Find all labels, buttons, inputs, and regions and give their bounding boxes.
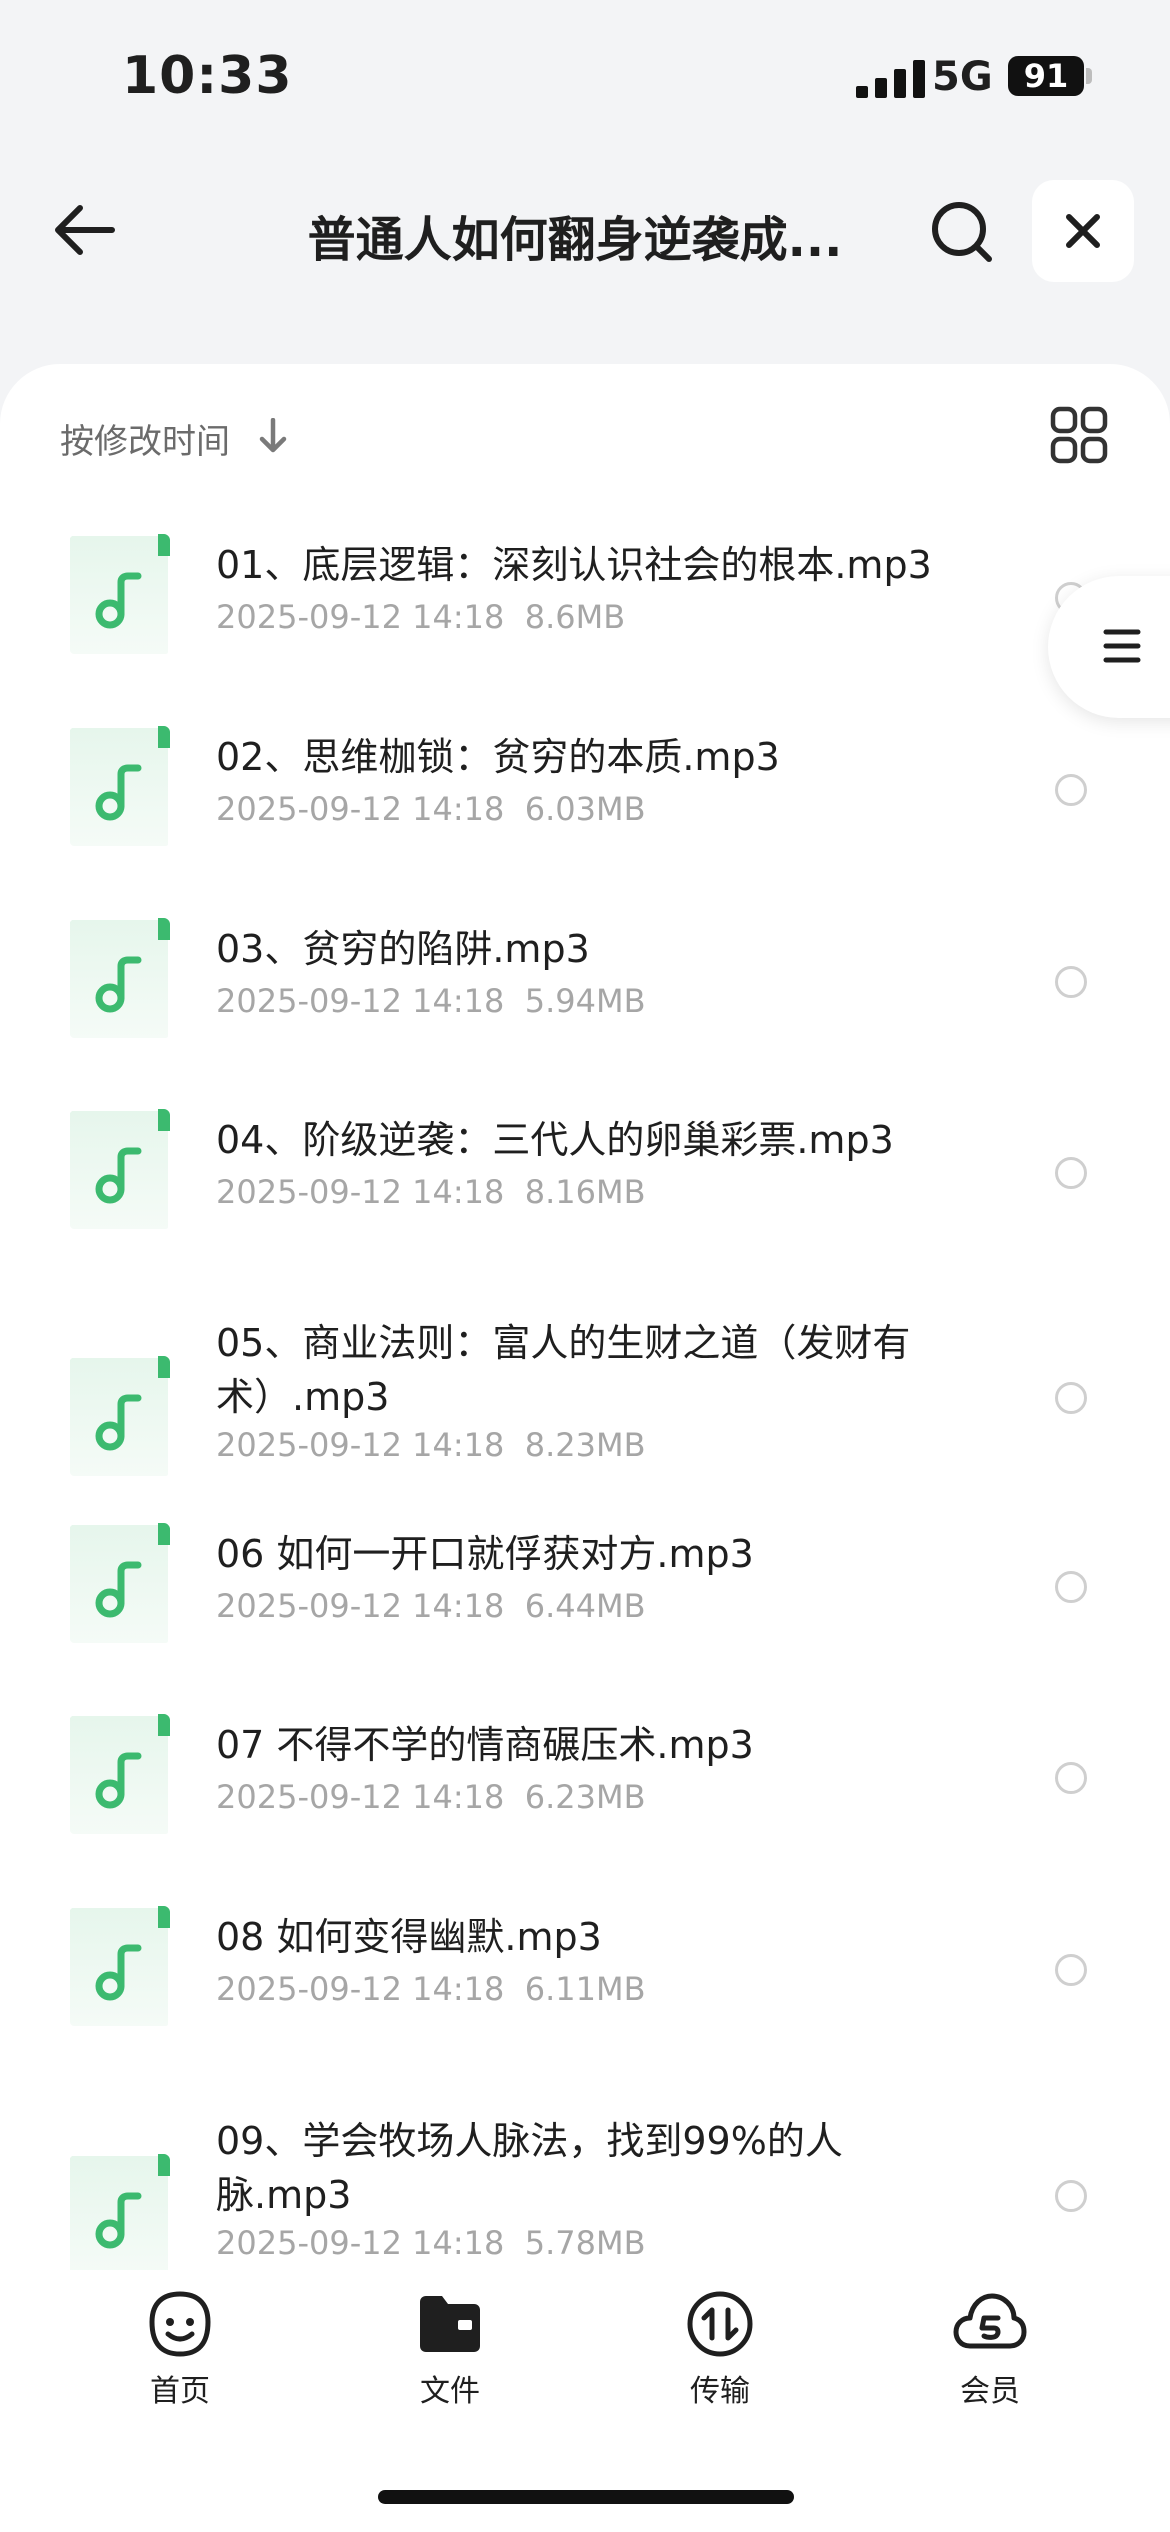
- file-size: 6.11MB: [524, 1970, 646, 2008]
- select-checkbox[interactable]: [1055, 966, 1087, 998]
- file-name: 06 如何一开口就俘获对方.mp3: [216, 1532, 754, 1576]
- file-name: 09、学会牧场人脉法，找到99%的人脉.mp3: [216, 2119, 843, 2217]
- search-icon: [932, 202, 992, 262]
- select-checkbox[interactable]: [1055, 1954, 1087, 1986]
- tab-membership[interactable]: 会员: [900, 2288, 1080, 2428]
- file-meta: 2025-09-12 14:18 8.6MB: [216, 598, 625, 636]
- tab-label: 传输: [690, 2374, 750, 2409]
- audio-file-icon: [70, 2154, 170, 2274]
- file-meta: 2025-09-12 14:18 6.11MB: [216, 1970, 646, 2008]
- tab-home[interactable]: 首页: [90, 2288, 270, 2428]
- file-row[interactable]: 01、底层逻辑：深刻认识社会的根本.mp3 2025-09-12 14:18 8.…: [0, 534, 1170, 714]
- file-date: 2025-09-12 14:18: [216, 1173, 505, 1211]
- file-row[interactable]: 07 不得不学的情商碾压术.mp3 2025-09-12 14:18 6.23MB: [0, 1714, 1170, 1894]
- file-date: 2025-09-12 14:18: [216, 2224, 505, 2262]
- audio-file-icon: [70, 918, 170, 1038]
- close-button[interactable]: [1032, 180, 1134, 282]
- tab-transfer[interactable]: 传输: [630, 2288, 810, 2428]
- grid-view-icon[interactable]: [1050, 406, 1108, 464]
- battery-cap: [1086, 68, 1092, 84]
- tab-label: 文件: [420, 2374, 480, 2409]
- file-size: 6.44MB: [524, 1587, 646, 1625]
- transfer-icon: [687, 2291, 753, 2357]
- file-meta: 2025-09-12 14:18 8.23MB: [216, 1426, 646, 1464]
- file-name: 03、贫穷的陷阱.mp3: [216, 927, 590, 971]
- file-row[interactable]: 04、阶级逆袭：三代人的卵巢彩票.mp3 2025-09-12 14:18 8.1…: [0, 1109, 1170, 1289]
- file-date: 2025-09-12 14:18: [216, 1970, 505, 2008]
- file-row[interactable]: 05、商业法则：富人的生财之道（发财有术）.mp3 2025-09-12 14:1…: [0, 1316, 1170, 1496]
- folder-icon: [420, 2296, 480, 2352]
- select-checkbox[interactable]: [1055, 1382, 1087, 1414]
- audio-file-icon: [70, 1523, 170, 1643]
- file-size: 8.16MB: [524, 1173, 646, 1211]
- cloud-vip-icon: [953, 2293, 1027, 2349]
- file-name: 05、商业法则：富人的生财之道（发财有术）.mp3: [216, 1321, 911, 1419]
- file-meta: 2025-09-12 14:18 5.94MB: [216, 982, 646, 1020]
- file-size: 8.6MB: [524, 598, 626, 636]
- select-checkbox[interactable]: [1055, 1762, 1087, 1794]
- file-row[interactable]: 09、学会牧场人脉法，找到99%的人脉.mp3 2025-09-12 14:18 …: [0, 2114, 1170, 2294]
- file-date: 2025-09-12 14:18: [216, 982, 505, 1020]
- search-button[interactable]: [922, 192, 1002, 272]
- file-meta: 2025-09-12 14:18 8.16MB: [216, 1173, 646, 1211]
- home-indicator: [378, 2490, 794, 2504]
- battery-icon: 91: [1008, 56, 1084, 96]
- smile-face-icon: [149, 2291, 211, 2357]
- audio-file-icon: [70, 726, 170, 846]
- file-meta: 2025-09-12 14:18 5.78MB: [216, 2224, 646, 2262]
- file-date: 2025-09-12 14:18: [216, 790, 505, 828]
- signal-icon: [856, 60, 925, 98]
- file-row[interactable]: 08 如何变得幽默.mp3 2025-09-12 14:18 6.11MB: [0, 1906, 1170, 2086]
- sort-label[interactable]: 按修改时间: [60, 414, 230, 463]
- file-row[interactable]: 03、贫穷的陷阱.mp3 2025-09-12 14:18 5.94MB: [0, 918, 1170, 1098]
- file-meta: 2025-09-12 14:18 6.44MB: [216, 1587, 646, 1625]
- file-name: 04、阶级逆袭：三代人的卵巢彩票.mp3: [216, 1118, 894, 1162]
- file-name: 08 如何变得幽默.mp3: [216, 1915, 602, 1959]
- file-size: 5.94MB: [524, 982, 646, 1020]
- file-size: 6.03MB: [524, 790, 646, 828]
- file-row[interactable]: 02、思维枷锁：贫穷的本质.mp3 2025-09-12 14:18 6.03MB: [0, 726, 1170, 906]
- file-name: 02、思维枷锁：贫穷的本质.mp3: [216, 735, 780, 779]
- file-list-panel: 按修改时间 01、底层逻辑：深刻认识社会的根本.mp3 2025-09-12 14…: [0, 364, 1170, 2532]
- select-checkbox[interactable]: [1055, 2180, 1087, 2212]
- status-time: 10:33: [122, 46, 293, 106]
- file-date: 2025-09-12 14:18: [216, 598, 505, 636]
- file-date: 2025-09-12 14:18: [216, 1778, 505, 1816]
- audio-file-icon: [70, 1714, 170, 1834]
- tab-files[interactable]: 文件: [360, 2288, 540, 2428]
- file-size: 5.78MB: [524, 2224, 646, 2262]
- audio-file-icon: [70, 1906, 170, 2026]
- file-name: 07 不得不学的情商碾压术.mp3: [216, 1723, 754, 1767]
- select-checkbox[interactable]: [1055, 774, 1087, 806]
- select-checkbox[interactable]: [1055, 1571, 1087, 1603]
- file-size: 8.23MB: [524, 1426, 646, 1464]
- close-icon: [1066, 214, 1100, 248]
- file-date: 2025-09-12 14:18: [216, 1426, 505, 1464]
- tab-label: 首页: [150, 2374, 210, 2409]
- file-meta: 2025-09-12 14:18 6.03MB: [216, 790, 646, 828]
- file-meta: 2025-09-12 14:18 6.23MB: [216, 1778, 646, 1816]
- tab-label: 会员: [960, 2374, 1020, 2409]
- file-row[interactable]: 06 如何一开口就俘获对方.mp3 2025-09-12 14:18 6.44MB: [0, 1523, 1170, 1703]
- arrow-left-icon: [55, 205, 115, 255]
- select-checkbox[interactable]: [1055, 1157, 1087, 1189]
- audio-file-icon: [70, 1356, 170, 1476]
- file-date: 2025-09-12 14:18: [216, 1587, 505, 1625]
- file-size: 6.23MB: [524, 1778, 646, 1816]
- back-button[interactable]: [44, 190, 124, 270]
- file-name: 01、底层逻辑：深刻认识社会的根本.mp3: [216, 543, 932, 587]
- network-type: 5G: [932, 54, 993, 100]
- audio-file-icon: [70, 1109, 170, 1229]
- status-bar: 10:33 5G 91: [0, 0, 1170, 150]
- arrow-down-icon[interactable]: [258, 418, 288, 454]
- page-title: 普通人如何翻身逆袭成...: [307, 212, 843, 268]
- audio-file-icon: [70, 534, 170, 654]
- menu-icon: [1103, 629, 1141, 663]
